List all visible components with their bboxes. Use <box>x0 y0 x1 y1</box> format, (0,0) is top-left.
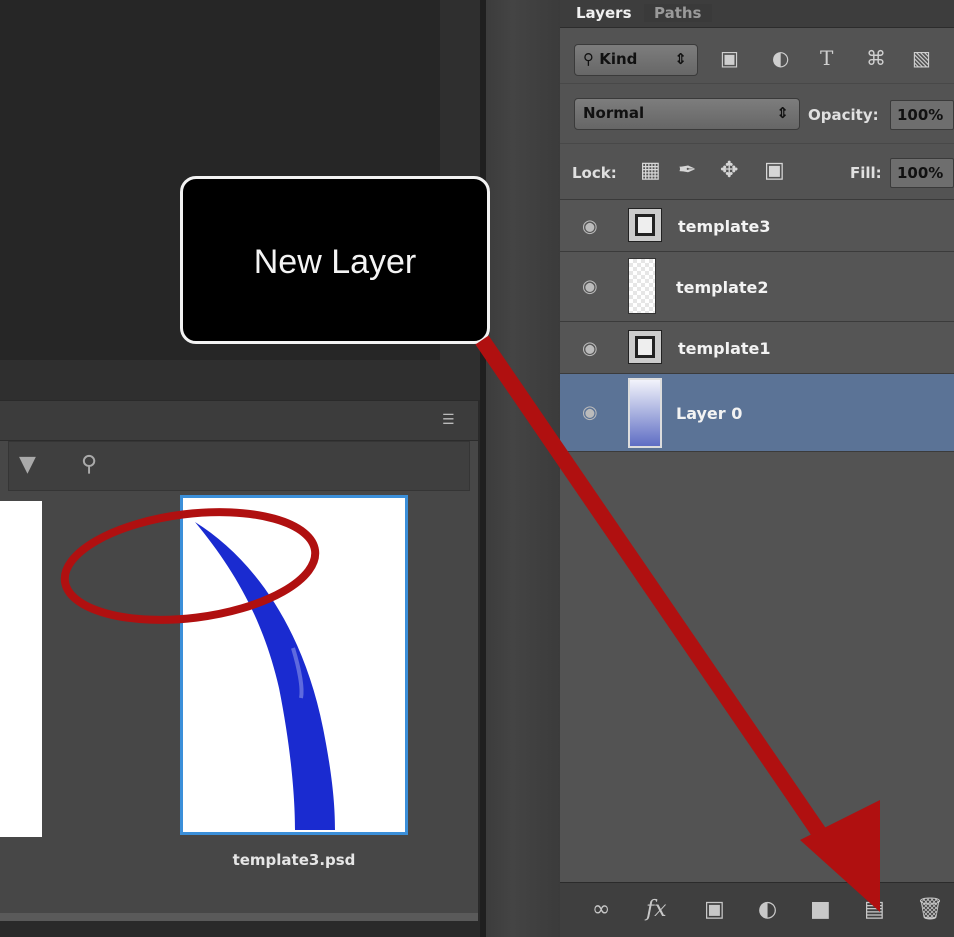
callout-text: New Layer <box>253 243 417 281</box>
shape-filter-icon[interactable]: ⌘ <box>866 46 886 70</box>
layers-panel: Layers Paths ⚲ Kind ⇕ ▣ ◐ T ⌘ ▧ Normal ⇕… <box>560 0 954 937</box>
panel-divider[interactable] <box>480 0 560 937</box>
layer-style-icon[interactable]: fx <box>646 897 667 922</box>
mini-bridge-header: ☰ <box>0 401 478 441</box>
layer-row-layer-0[interactable]: ◉ Layer 0 <box>560 374 954 452</box>
visibility-eye-icon[interactable]: ◉ <box>582 402 598 423</box>
thumbnail-partial[interactable] <box>0 501 42 837</box>
blend-mode-select[interactable]: Normal ⇕ <box>574 98 800 130</box>
search-icon: ⚲ <box>583 50 594 68</box>
lock-transparent-icon[interactable]: ▦ <box>640 158 661 183</box>
lock-row: Lock: ▦ ✒ ✥ ▣ Fill: 100% <box>560 144 954 200</box>
layer-filter-row: ⚲ Kind ⇕ ▣ ◐ T ⌘ ▧ <box>560 28 954 84</box>
new-layer-callout: New Layer <box>180 176 490 344</box>
layer-name: template2 <box>676 278 769 297</box>
select-arrows-icon: ⇕ <box>776 104 789 122</box>
layer-name: template3 <box>678 217 771 236</box>
layer-row-template3[interactable]: ◉ template3 <box>560 200 954 252</box>
thumbnail-template3[interactable] <box>180 495 408 835</box>
layer-row-template1[interactable]: ◉ template1 <box>560 322 954 374</box>
divider-strip <box>480 0 486 937</box>
fill-field[interactable]: 100% <box>890 158 954 188</box>
filter-icon[interactable]: ▼ <box>19 452 36 477</box>
thumbnail-image <box>195 522 335 830</box>
layers-footer-toolbar: ∞ fx ▣ ◐ ■ ▤ 🗑 <box>560 882 954 937</box>
opacity-label: Opacity: <box>808 106 879 124</box>
layers-panel-tabs: Layers Paths <box>560 0 954 28</box>
layer-thumbnail <box>628 258 656 314</box>
adjustment-layer-icon[interactable]: ◐ <box>758 897 777 922</box>
mini-bridge-toolbar: ▼ ⚲ <box>8 441 470 491</box>
smart-object-filter-icon[interactable]: ▧ <box>912 46 931 70</box>
panel-menu-icon[interactable]: ☰ <box>442 413 460 427</box>
blend-row: Normal ⇕ Opacity: 100% <box>560 84 954 144</box>
blend-mode-value: Normal <box>583 104 645 122</box>
layer-list-empty-area <box>560 456 954 882</box>
filter-kind-select[interactable]: ⚲ Kind ⇕ <box>574 44 698 76</box>
tab-layers[interactable]: Layers <box>576 4 632 22</box>
visibility-eye-icon[interactable]: ◉ <box>582 276 598 297</box>
opacity-field[interactable]: 100% <box>890 100 954 130</box>
thumbnail-grid: template3.psd <box>0 491 478 911</box>
lock-position-icon[interactable]: ✥ <box>720 158 738 183</box>
thumbnail-label: template3.psd <box>232 851 356 869</box>
layer-name: template1 <box>678 339 771 358</box>
image-filter-icon[interactable]: ▣ <box>720 46 739 70</box>
delete-layer-icon[interactable]: 🗑 <box>916 897 944 922</box>
visibility-eye-icon[interactable]: ◉ <box>582 338 598 359</box>
layer-thumbnail <box>628 378 662 448</box>
select-arrows-icon: ⇕ <box>674 50 687 68</box>
filter-kind-label: Kind <box>599 50 638 68</box>
add-mask-icon[interactable]: ▣ <box>704 897 725 922</box>
layer-row-template2[interactable]: ◉ template2 <box>560 252 954 322</box>
visibility-eye-icon[interactable]: ◉ <box>582 216 598 237</box>
fill-label: Fill: <box>850 164 882 182</box>
smart-object-thumbnail-icon <box>628 330 662 364</box>
new-group-icon[interactable]: ■ <box>810 897 831 922</box>
lock-all-icon[interactable]: ▣ <box>764 158 785 183</box>
horizontal-scrollbar[interactable] <box>0 913 478 921</box>
mini-bridge-panel: ☰ ▼ ⚲ template3.psd <box>0 400 478 921</box>
smart-object-thumbnail-icon <box>628 208 662 242</box>
lock-image-icon[interactable]: ✒ <box>678 158 696 183</box>
layer-name: Layer 0 <box>676 404 743 423</box>
link-layers-icon[interactable]: ∞ <box>592 897 610 922</box>
adjustment-filter-icon[interactable]: ◐ <box>772 46 789 70</box>
new-layer-icon[interactable]: ▤ <box>864 897 885 922</box>
type-filter-icon[interactable]: T <box>820 46 833 70</box>
tab-paths[interactable]: Paths <box>644 4 712 22</box>
lock-label: Lock: <box>572 164 617 182</box>
search-icon[interactable]: ⚲ <box>81 452 97 477</box>
layer-list: ◉ template3 ◉ template2 ◉ template1 ◉ La… <box>560 200 954 456</box>
